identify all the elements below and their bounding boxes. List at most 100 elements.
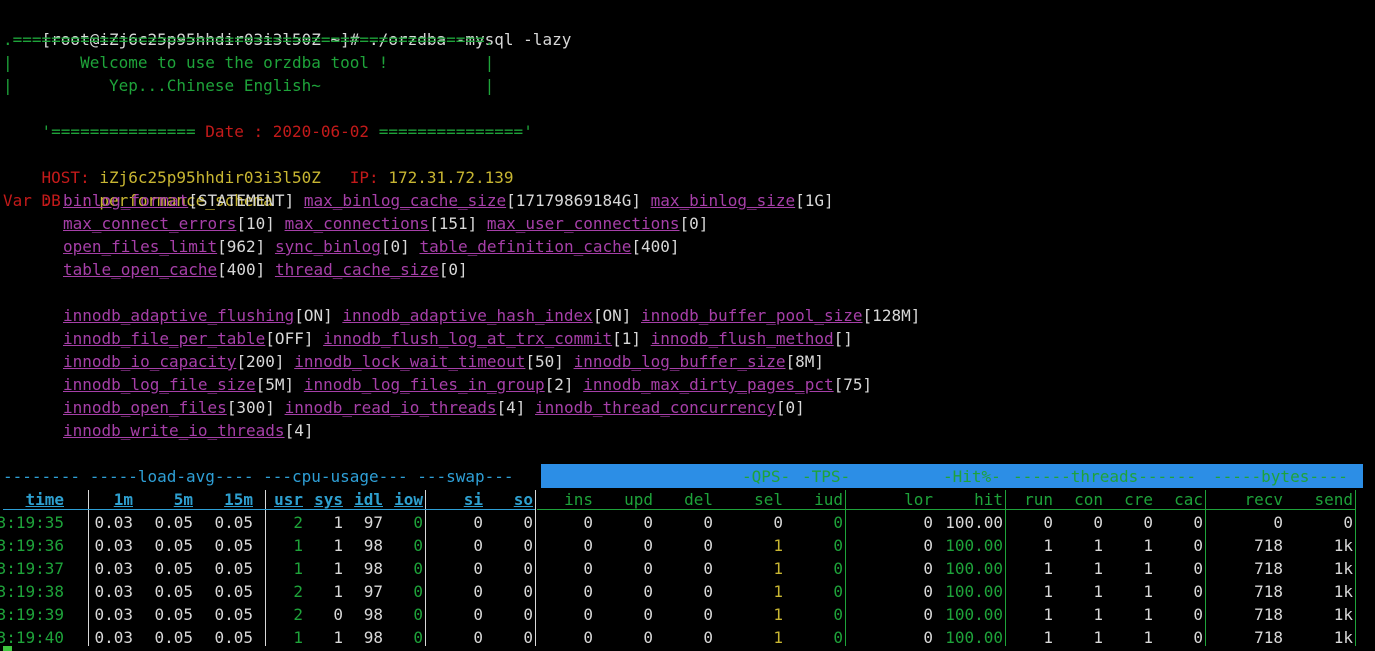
cell-con: 1 — [1093, 536, 1103, 555]
cell-usr: 2 — [293, 582, 303, 601]
cell-1m: 0.03 — [94, 628, 133, 647]
column-header-usr: usr — [274, 490, 303, 509]
cell-sel: 0 — [773, 513, 783, 532]
cell-iow: 0 — [413, 582, 423, 601]
var-value: [2] — [544, 375, 574, 394]
cell-cac: 0 — [1193, 605, 1203, 624]
cell-ins: 0 — [583, 513, 593, 532]
cell-upd: 0 — [643, 582, 653, 601]
stats-row: 23:19:38 0.03 0.05 0.05 2 1 97 0 0 0 0 0 0 1 0 0 100.00 1… — [0, 580, 1375, 603]
var-key: innodb_thread_concurrency — [535, 398, 776, 417]
column-header-5m: 5m — [173, 490, 193, 509]
terminal-window[interactable]: [root@iZj6c25p95hhdir03i3l50Z ~]# ./orzd… — [0, 0, 1375, 651]
cell-lor: 0 — [923, 582, 933, 601]
cell-idl: 98 — [363, 536, 383, 555]
cell-1m: 0.03 — [94, 513, 133, 532]
cell-sys: 1 — [333, 513, 343, 532]
cell-con: 1 — [1093, 582, 1103, 601]
header-underline-right — [537, 509, 1355, 510]
cell-cre: 1 — [1143, 559, 1153, 578]
column-separator — [1205, 490, 1206, 646]
cell-recv: 718 — [1254, 605, 1283, 624]
var-value: [0] — [775, 398, 805, 417]
group-header-threads: ------threads------ — [1013, 467, 1197, 486]
cell-upd: 0 — [643, 605, 653, 624]
terminal-cursor — [3, 646, 12, 651]
column-header-iud: iud — [814, 490, 843, 509]
cell-sel: 1 — [773, 628, 783, 647]
cell-cre: 1 — [1143, 582, 1153, 601]
cell-si: 0 — [473, 536, 483, 555]
cell-so: 0 — [523, 605, 533, 624]
cell-run: 1 — [1043, 536, 1053, 555]
var-key: sync_binlog — [274, 237, 381, 256]
cell-con: 1 — [1093, 605, 1103, 624]
cell-sel: 1 — [773, 605, 783, 624]
var-key: innodb_flush_method — [650, 329, 834, 348]
var-key: open_files_limit — [63, 237, 218, 256]
column-header-cre: cre — [1124, 490, 1153, 509]
var-value: [0] — [679, 214, 709, 233]
cell-cac: 0 — [1193, 628, 1203, 647]
cell-iow: 0 — [413, 536, 423, 555]
cell-lor: 0 — [923, 536, 933, 555]
group-header-qps: -QPS- — [742, 467, 791, 486]
cell-iud: 0 — [833, 582, 843, 601]
group-header-tps: -TPS- — [802, 467, 851, 486]
cell-sel: 1 — [773, 559, 783, 578]
cell-time: 23:19:37 — [0, 559, 64, 578]
var-key: innodb_file_per_table — [63, 329, 266, 348]
cell-hit: 100.00 — [945, 582, 1003, 601]
var-line: open_files_limit[962] sync_binlog[0] tab… — [63, 235, 680, 258]
var-value: [200] — [236, 352, 285, 371]
cell-si: 0 — [473, 582, 483, 601]
cell-5m: 0.05 — [154, 513, 193, 532]
stats-row: 23:19:39 0.03 0.05 0.05 2 0 98 0 0 0 0 0 0 1 0 0 100.00 1… — [0, 603, 1375, 626]
column-header-si: si — [463, 490, 483, 509]
cell-idl: 97 — [363, 513, 383, 532]
cell-si: 0 — [473, 628, 483, 647]
group-header-left: -------- -----load-avg---- ---cpu-usage-… — [3, 467, 514, 486]
cell-lor: 0 — [923, 628, 933, 647]
cell-cre: 1 — [1143, 605, 1153, 624]
column-separator — [1005, 490, 1006, 646]
cell-iow: 0 — [413, 605, 423, 624]
banner-date: Date : 2020-06-02 — [205, 122, 370, 141]
cell-15m: 0.05 — [214, 628, 253, 647]
cell-send: 1k — [1333, 559, 1353, 578]
cell-usr: 2 — [293, 513, 303, 532]
var-line: table_open_cache[400] thread_cache_size[… — [63, 258, 468, 281]
cell-cre: 1 — [1143, 628, 1153, 647]
cell-del: 0 — [703, 536, 713, 555]
var-key: max_user_connections — [486, 214, 680, 233]
cell-sel: 1 — [773, 582, 783, 601]
cell-iud: 0 — [833, 536, 843, 555]
cell-5m: 0.05 — [154, 536, 193, 555]
host-line: HOST: iZj6c25p95hhdir03i3l50Z IP: 172.31… — [3, 143, 514, 187]
cell-5m: 0.05 — [154, 582, 193, 601]
cell-15m: 0.05 — [214, 536, 253, 555]
cell-5m: 0.05 — [154, 628, 193, 647]
cell-iud: 0 — [833, 628, 843, 647]
banner-bottom-right: ===============' — [369, 122, 533, 141]
var-value: [4] — [284, 421, 314, 440]
banner-line-2: | Yep...Chinese English~ | — [3, 76, 495, 95]
var-key: innodb_adaptive_flushing — [63, 306, 295, 325]
cell-idl: 98 — [363, 605, 383, 624]
cell-hit: 100.00 — [945, 536, 1003, 555]
banner-bottom: '=============== Date : 2020-06-02 =====… — [3, 97, 533, 141]
banner-line-1: | Welcome to use the orzdba tool ! | — [3, 53, 495, 72]
var-line: innodb_write_io_threads[4] — [63, 419, 313, 442]
var-value: [151] — [429, 214, 478, 233]
cell-hit: 100.00 — [945, 559, 1003, 578]
var-value: [17179869184G] — [506, 191, 641, 210]
column-header-del: del — [684, 490, 713, 509]
prompt-line: [root@iZj6c25p95hhdir03i3l50Z ~]# ./orzd… — [3, 5, 572, 49]
cell-lor: 0 — [923, 513, 933, 532]
column-separator — [265, 490, 266, 646]
cell-run: 1 — [1043, 582, 1053, 601]
cell-hit: 100.00 — [945, 628, 1003, 647]
cell-1m: 0.03 — [94, 536, 133, 555]
column-header-recv: recv — [1244, 490, 1283, 509]
column-header-cac: cac — [1174, 490, 1203, 509]
